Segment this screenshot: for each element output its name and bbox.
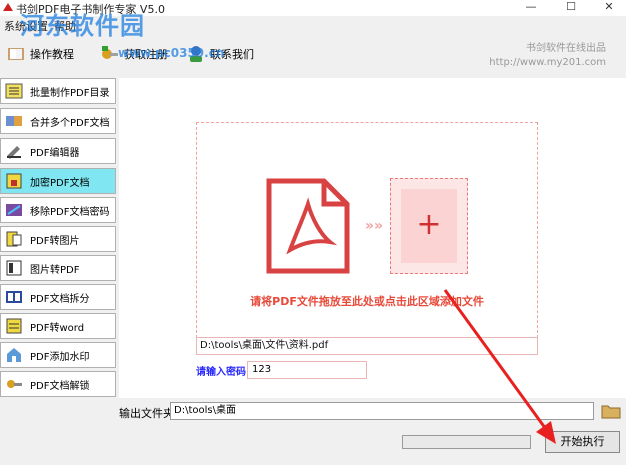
pdf-to-image-icon	[6, 231, 22, 247]
tutorial-button[interactable]: 操作教程	[6, 42, 74, 66]
sidebar-item-remove-password[interactable]: 移除PDF文档密码	[0, 197, 116, 223]
password-label: 请输入密码	[196, 367, 246, 378]
image-to-pdf-icon	[6, 260, 22, 276]
sidebar-item-batch-toc[interactable]: 批量制作PDF目录	[0, 78, 116, 104]
arrow-hint: »»	[365, 218, 384, 234]
pdf-to-word-icon	[6, 318, 22, 334]
file-drop-zone[interactable]: »» + 请将PDF文件拖放至此处或点击此区域添加文件	[196, 122, 538, 338]
book-icon	[8, 48, 24, 60]
progress-bar	[402, 435, 531, 449]
unlock-icon	[7, 380, 22, 388]
sidebar-item-merge[interactable]: 合并多个PDF文档	[0, 108, 116, 134]
encrypt-icon	[6, 173, 22, 189]
toolbar: 操作教程 获取注册 联系我们 书剑软件在线出品 http://www.my201…	[0, 36, 626, 74]
sidebar-item-image-to-pdf[interactable]: 图片转PDF	[0, 255, 116, 281]
sidebar-item-watermark[interactable]: PDF添加水印	[0, 342, 116, 368]
merge-icon	[6, 116, 22, 126]
watermark-icon	[7, 348, 21, 362]
plus-icon: +	[416, 207, 442, 242]
main-panel: »» + 请将PDF文件拖放至此处或点击此区域添加文件 D:\tools\桌面\…	[119, 78, 626, 398]
maximize-button[interactable]: ☐	[556, 0, 586, 16]
drop-hint-text: 请将PDF文件拖放至此处或点击此区域添加文件	[250, 295, 484, 308]
sidebar-item-label: 加密PDF文档	[30, 177, 90, 189]
sidebar-item-label: PDF转word	[30, 322, 85, 334]
sidebar-item-pdf-to-image[interactable]: PDF转图片	[0, 226, 116, 252]
sidebar-item-pdf-to-word[interactable]: PDF转word	[0, 313, 116, 339]
sidebar-item-unlock[interactable]: PDF文档解锁	[0, 371, 116, 397]
minimize-button[interactable]: —	[516, 0, 546, 16]
sidebar-item-label: 批量制作PDF目录	[30, 87, 110, 99]
add-file-button[interactable]: +	[390, 178, 468, 274]
sidebar-item-label: PDF添加水印	[30, 351, 90, 363]
remove-password-icon	[6, 204, 22, 216]
watermark-text: 河东软件园	[20, 11, 145, 40]
sidebar-item-label: PDF文档解锁	[30, 380, 90, 392]
password-input[interactable]: 123	[247, 361, 367, 379]
tutorial-label: 操作教程	[30, 48, 74, 61]
brand-info: 书剑软件在线出品 http://www.my201.com	[489, 42, 606, 70]
file-path-field[interactable]: D:\tools\桌面\文件\资料.pdf	[196, 337, 538, 355]
sidebar-item-split[interactable]: PDF文档拆分	[0, 284, 116, 310]
output-folder-input[interactable]: D:\tools\桌面	[170, 402, 594, 420]
sidebar-item-label: 移除PDF文档密码	[30, 206, 110, 218]
toc-icon	[5, 83, 23, 99]
app-logo-icon	[3, 3, 13, 11]
folder-icon[interactable]	[601, 402, 621, 420]
sidebar-item-encrypt[interactable]: 加密PDF文档	[0, 168, 116, 194]
split-icon	[6, 291, 22, 303]
key-icon	[102, 46, 118, 59]
brand-url: http://www.my201.com	[489, 57, 606, 68]
start-button[interactable]: 开始执行	[545, 431, 620, 453]
pdf-file-icon	[266, 178, 350, 274]
brand-line1: 书剑软件在线出品	[526, 43, 606, 54]
sidebar-item-label: 合并多个PDF文档	[30, 117, 110, 129]
sidebar-item-label: PDF文档拆分	[30, 293, 90, 305]
sidebar-item-label: PDF编辑器	[30, 147, 80, 159]
sidebar-item-label: 图片转PDF	[30, 264, 80, 276]
close-button[interactable]: ✕	[594, 0, 624, 16]
add-file-area: +	[401, 189, 457, 263]
watermark-url: www.pc0359.cn	[118, 46, 225, 60]
edit-icon	[7, 146, 21, 159]
output-folder-label: 输出文件夹	[119, 407, 174, 420]
sidebar-item-label: PDF转图片	[30, 235, 80, 247]
sidebar-item-editor[interactable]: PDF编辑器	[0, 138, 116, 164]
